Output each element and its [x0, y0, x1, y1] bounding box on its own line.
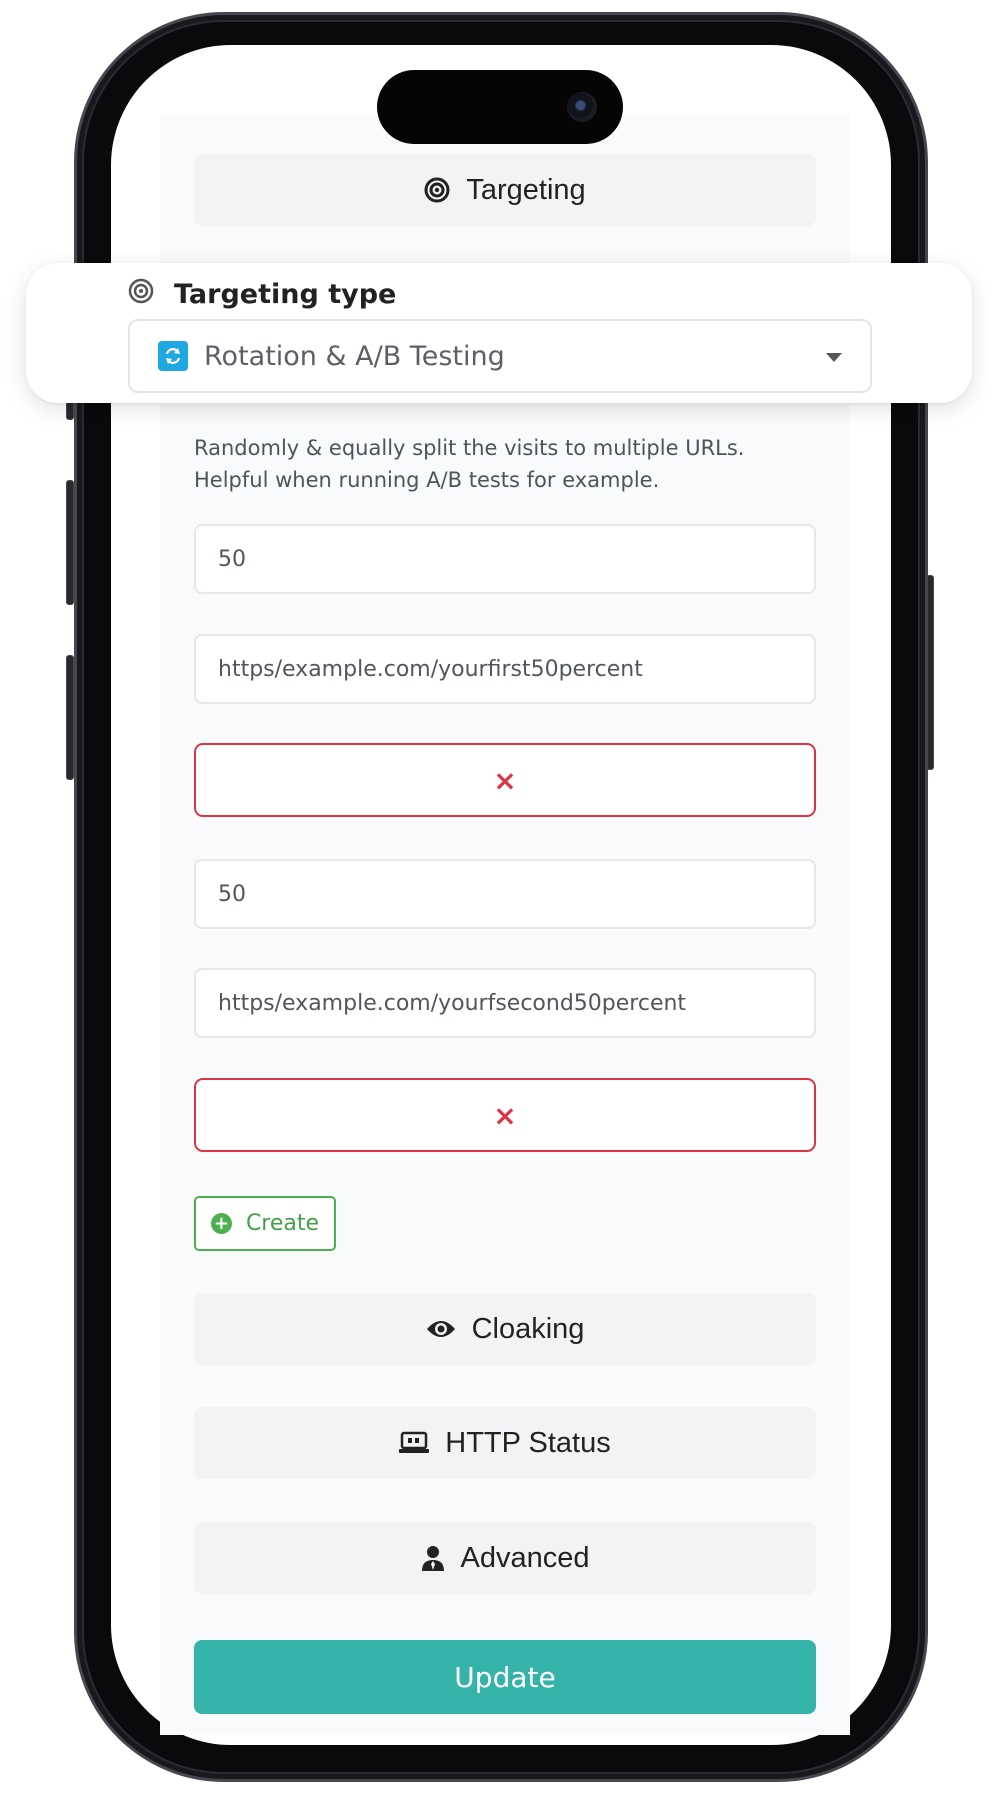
targeting-section-label: Targeting: [466, 173, 586, 206]
cloaking-section-button[interactable]: Cloaking: [194, 1293, 816, 1365]
http-status-section-button[interactable]: HTTP Status: [194, 1407, 816, 1479]
camera-icon: [567, 92, 597, 122]
targeting-type-select[interactable]: Rotation & A/B Testing: [128, 319, 872, 393]
phone-volume-up: [66, 480, 74, 605]
create-label: Create: [245, 1211, 320, 1236]
targeting-description: Randomly & equally split the visits to m…: [194, 436, 745, 492]
dynamic-island: [377, 70, 623, 144]
eye-icon: [426, 1318, 456, 1340]
cloaking-label: Cloaking: [471, 1312, 585, 1345]
phone-volume-down: [66, 655, 74, 780]
user-tie-icon: [421, 1545, 445, 1571]
create-rule-button[interactable]: + Create: [194, 1196, 336, 1251]
rotation-icon: [158, 341, 188, 371]
plus-circle-icon: +: [210, 1213, 232, 1234]
advanced-section-button[interactable]: Advanced: [194, 1522, 816, 1594]
url-input-1[interactable]: https/example.com/yourfirst50percent: [194, 634, 816, 704]
targeting-type-label: Targeting type: [174, 278, 397, 310]
server-icon: [399, 1431, 430, 1455]
remove-rule-button-2[interactable]: ×: [194, 1078, 816, 1152]
targeting-type-value: Rotation & A/B Testing: [204, 340, 505, 372]
targeting-type-card: Targeting type Rotation & A/B Testing: [26, 263, 972, 403]
http-status-label: HTTP Status: [445, 1426, 611, 1459]
target-icon: [424, 177, 450, 203]
percentage-input-2[interactable]: 50: [194, 859, 816, 929]
targeting-section-button[interactable]: Targeting: [194, 154, 816, 226]
close-icon: ×: [493, 1098, 517, 1132]
update-button[interactable]: Update: [194, 1640, 816, 1714]
target-icon: [128, 278, 154, 311]
remove-rule-button-1[interactable]: ×: [194, 743, 816, 817]
chevron-down-icon: [826, 353, 842, 362]
url-input-2[interactable]: https/example.com/yourfsecond50percent: [194, 968, 816, 1038]
percentage-input-1[interactable]: 50: [194, 524, 816, 594]
close-icon: ×: [493, 763, 517, 797]
targeting-type-heading: Targeting type: [128, 269, 396, 319]
advanced-label: Advanced: [460, 1541, 590, 1574]
